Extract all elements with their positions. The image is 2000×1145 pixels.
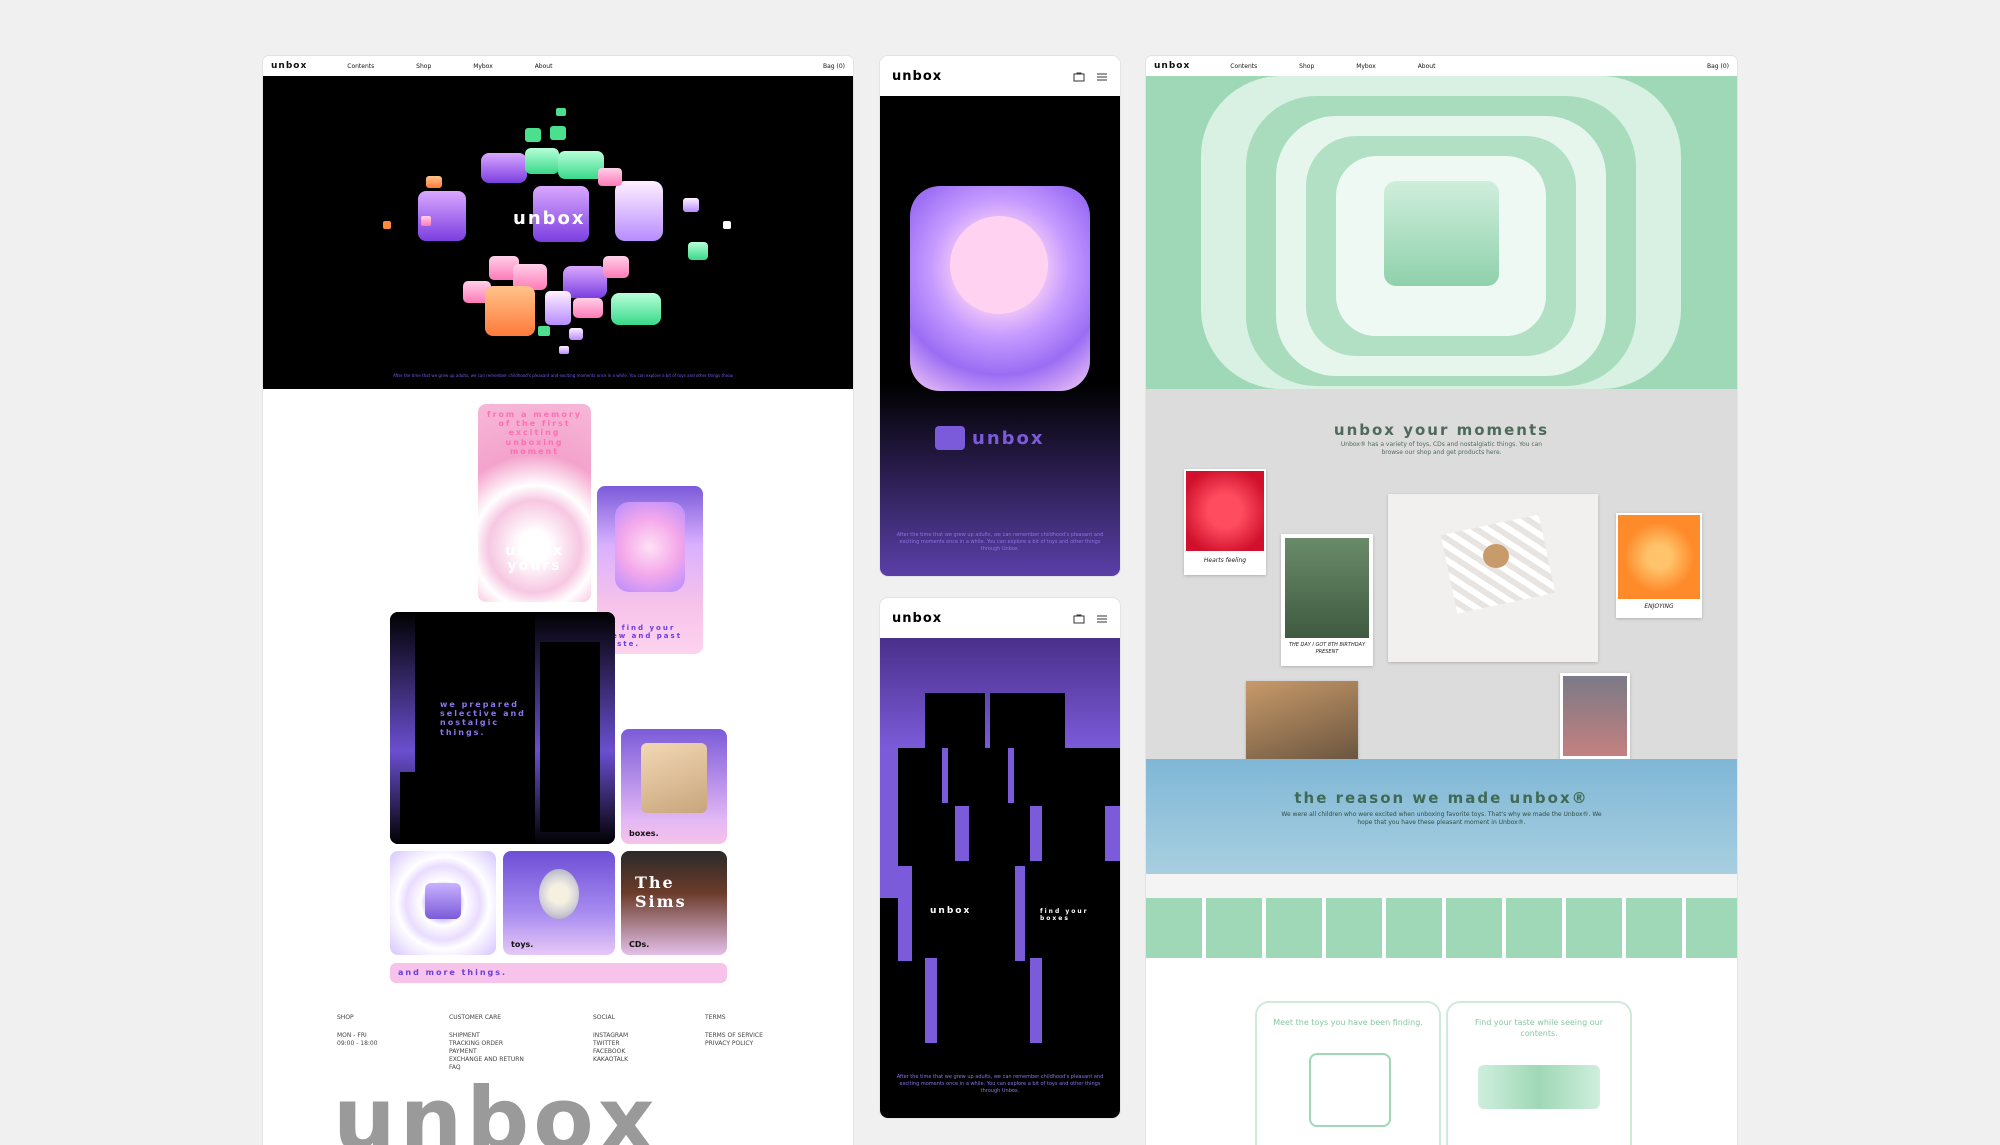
link-facebook[interactable]: FACEBOOK (593, 1048, 628, 1056)
mobile-nav: unbox (880, 56, 1120, 96)
footer-customer-care: CUSTOMER CARE SHIPMENT TRACKING ORDER PA… (449, 1014, 524, 1072)
cube-cloud-illustration (383, 108, 731, 354)
desktop-frame-right: unbox Contents Shop Mybox About Bag (0) … (1146, 56, 1737, 1145)
tile-boxes-label: boxes. (629, 829, 659, 838)
tile-boxes[interactable]: boxes. (621, 729, 727, 844)
desktop-frame-left: unbox Contents Shop Mybox About Bag (0) (263, 56, 853, 1145)
mobile-caption: After the time that we grew up adults, w… (896, 532, 1104, 552)
nav-bag[interactable]: Bag (0) (1707, 63, 1729, 70)
tile-yours-text: unbox yours (505, 543, 564, 575)
footer-social: SOCIAL INSTAGRAM TWITTER FACEBOOK KAKAOT… (593, 1014, 629, 1064)
photo-birthday[interactable]: THE DAY I GOT 8TH BIRTHDAY PRESENT (1281, 534, 1373, 666)
mint-cube (1384, 181, 1499, 286)
link-shipment[interactable]: SHIPMENT (449, 1032, 524, 1040)
mobile-caption-2: After the time that we grew up adults, w… (896, 1074, 1104, 1094)
link-exchange[interactable]: EXCHANGE AND RETURN (449, 1056, 524, 1064)
nav-bag[interactable]: Bag (0) (823, 63, 845, 70)
hero: unbox After the time that we grew up adu… (263, 76, 853, 389)
tile-memory-text: from a memory of the first exciting unbo… (487, 410, 582, 456)
photo-present-stack[interactable] (1560, 673, 1630, 759)
caption-enjoying: ENJOYING (1644, 603, 1674, 610)
reason-text: We were all children who were excited wh… (1281, 811, 1602, 827)
footer-shop: SHOP MON - FRI 09:00 - 18:00 (337, 1014, 378, 1048)
link-kakaotalk[interactable]: KAKAOTALK (593, 1056, 628, 1064)
footer-terms: TERMS TERMS OF SERVICE PRIVACY POLICY (705, 1014, 763, 1048)
moments-text: Unbox® has a variety of toys, CDs and no… (1340, 441, 1543, 457)
link-privacy-policy[interactable]: PRIVACY POLICY (705, 1040, 763, 1048)
tile-toys[interactable]: toys. (503, 851, 615, 955)
link-twitter[interactable]: TWITTER (593, 1040, 628, 1048)
nav-contents[interactable]: Contents (1230, 63, 1257, 70)
nav-mybox[interactable]: Mybox (1356, 63, 1376, 70)
moments-section: unbox your moments Unbox® has a variety … (1146, 389, 1737, 759)
tile-more-text: and more things. (398, 968, 508, 977)
card-find-taste[interactable]: Find your taste while seeing our content… (1446, 1001, 1632, 1145)
photo-gift[interactable] (1388, 494, 1598, 662)
box-illustration (641, 743, 707, 813)
hero-caption: After the time that we grew up adults, w… (393, 373, 733, 378)
caption-hearts: Hearts feeling (1203, 557, 1247, 564)
logo[interactable]: unbox (271, 61, 307, 71)
caption-birthday: THE DAY I GOT 8TH BIRTHDAY PRESENT (1288, 642, 1366, 655)
photo-enjoying[interactable]: ENJOYING (1616, 513, 1702, 618)
tile-cube[interactable] (390, 851, 496, 955)
tamagotchi-illustration (539, 869, 579, 919)
mobile-logo[interactable]: unbox (892, 69, 942, 84)
mobile-brand: unbox (972, 428, 1045, 449)
card-find-taste-text: Find your taste while seeing our content… (1475, 1018, 1603, 1039)
card-meet-toys[interactable]: Meet the toys you have been finding. (1255, 1001, 1441, 1145)
mobile-frame-top: unbox unbox After the time that we grew … (880, 56, 1120, 576)
top-nav: unbox Contents Shop Mybox About Bag (0) (263, 56, 853, 76)
mobile-hero: unbox After the time that we grew up adu… (880, 96, 1120, 576)
bag-icon[interactable] (1073, 72, 1085, 82)
tile-cds[interactable]: The Sims CDs. (621, 851, 727, 955)
tile-more[interactable]: and more things. (390, 963, 727, 983)
sims-cover-title: The Sims (635, 873, 687, 911)
photo-kids-box[interactable] (1246, 681, 1358, 759)
link-terms-of-service[interactable]: TERMS OF SERVICE (705, 1032, 763, 1040)
find-boxes-link[interactable]: find your boxes (1040, 908, 1120, 922)
tile-taste-text: to find your new and past taste. (605, 623, 683, 648)
tile-prepared[interactable]: we prepared selective and nostalgic thin… (390, 612, 615, 844)
nav-shop[interactable]: Shop (416, 63, 431, 70)
link-tracking[interactable]: TRACKING ORDER (449, 1040, 524, 1048)
hero-logo: unbox (513, 208, 586, 229)
packaging-strip (1146, 874, 1737, 958)
mobile-frame-bottom: unbox unbox find your boxes After the ti… (880, 598, 1120, 1118)
reason-title: the reason we made unbox® (1294, 789, 1589, 807)
nav-about[interactable]: About (535, 63, 553, 70)
nav-shop[interactable]: Shop (1299, 63, 1314, 70)
mobile-hero-2: unbox find your boxes After the time tha… (880, 638, 1120, 1118)
photo-hearts[interactable]: Hearts feeling (1184, 469, 1266, 575)
logo-right[interactable]: unbox (1154, 61, 1190, 71)
mobile-nav-2: unbox (880, 598, 1120, 638)
tile-prepared-text: we prepared selective and nostalgic thin… (440, 700, 526, 737)
bag-icon[interactable] (1073, 614, 1085, 624)
link-instagram[interactable]: INSTAGRAM (593, 1032, 628, 1040)
mint-hero (1146, 76, 1737, 389)
mobile-brand-2: unbox (930, 906, 972, 916)
mobile-logo-2[interactable]: unbox (892, 611, 942, 626)
cake-illustration (1309, 1053, 1391, 1127)
nav-mybox[interactable]: Mybox (473, 63, 493, 70)
nav-contents[interactable]: Contents (347, 63, 374, 70)
purple-cube (425, 883, 461, 919)
moments-title: unbox your moments (1333, 421, 1550, 439)
link-payment[interactable]: PAYMENT (449, 1048, 524, 1056)
tile-cds-label: CDs. (629, 940, 650, 949)
glowing-cube-circle (950, 216, 1048, 314)
hex-logo-icon (935, 426, 965, 450)
tile-memory[interactable]: from a memory of the first exciting unbo… (478, 404, 591, 602)
top-nav-right: unbox Contents Shop Mybox About Bag (0) (1146, 56, 1737, 76)
tile-toys-label: toys. (511, 940, 534, 949)
reason-section: the reason we made unbox® We were all ch… (1146, 759, 1737, 874)
nav-about[interactable]: About (1418, 63, 1436, 70)
tile-taste-cube (615, 502, 685, 592)
footer-big-logo: unbox (333, 1068, 659, 1145)
menu-icon[interactable] (1096, 614, 1108, 624)
cards-illustration (1478, 1065, 1600, 1109)
menu-icon[interactable] (1096, 72, 1108, 82)
card-meet-toys-text: Meet the toys you have been finding. (1273, 1018, 1423, 1027)
